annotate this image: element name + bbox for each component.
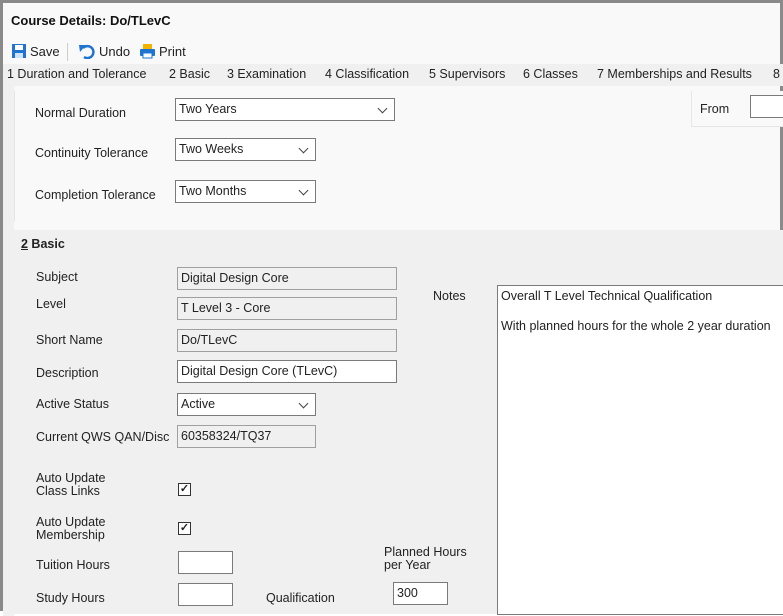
planned-hours-label: Planned Hours per Year xyxy=(384,546,467,572)
tab-8[interactable]: 8 xyxy=(773,67,780,81)
basic-heading: 2 Basic xyxy=(21,237,65,251)
short-name-label: Short Name xyxy=(36,333,103,347)
tab-basic[interactable]: 2 Basic xyxy=(169,67,210,81)
tab-classification[interactable]: 4 Classification xyxy=(325,67,409,81)
from-panel: From xyxy=(691,91,783,127)
section-tabs: 1 Duration and Tolerance 2 Basic 3 Exami… xyxy=(3,64,783,86)
tuition-hours-input[interactable] xyxy=(178,551,233,574)
basic-panel: 2 Basic Subject Digital Design Core Leve… xyxy=(14,230,783,615)
qualification-label: Qualification xyxy=(266,591,335,605)
auto-update-membership-label: Auto Update Membership xyxy=(36,516,106,542)
save-button[interactable]: Save xyxy=(11,43,60,59)
level-field: T Level 3 - Core xyxy=(177,297,397,320)
planned-hours-input[interactable]: 300 xyxy=(393,582,448,605)
completion-tolerance-label: Completion Tolerance xyxy=(35,188,156,202)
course-details-window: Course Details: Do/TLevC Save Undo Print… xyxy=(0,0,783,616)
qws-field: 60358324/TQ37 xyxy=(177,425,316,448)
study-hours-label: Study Hours xyxy=(36,591,105,605)
study-hours-input[interactable] xyxy=(178,583,233,606)
active-status-label: Active Status xyxy=(36,397,109,411)
tuition-hours-label: Tuition Hours xyxy=(36,558,110,572)
subject-field: Digital Design Core xyxy=(177,267,397,290)
completion-tolerance-select[interactable]: Two Months xyxy=(175,180,316,203)
left-margin xyxy=(3,86,14,616)
save-icon xyxy=(12,44,26,58)
auto-update-class-links-checkbox[interactable]: ✓ xyxy=(178,483,191,496)
notes-textarea[interactable]: Overall T Level Technical Qualification … xyxy=(497,285,783,615)
planned-label-line2: per Year xyxy=(384,558,431,572)
tab-examination[interactable]: 3 Examination xyxy=(227,67,306,81)
window-title: Course Details: Do/TLevC xyxy=(11,13,171,28)
basic-heading-text: Basic xyxy=(27,237,65,251)
continuity-tolerance-label: Continuity Tolerance xyxy=(35,146,149,160)
print-icon xyxy=(140,44,155,59)
level-label: Level xyxy=(36,297,66,311)
qws-label: Current QWS QAN/Disc xyxy=(36,430,170,444)
basic-heading-number: 2 xyxy=(21,237,28,251)
undo-icon xyxy=(79,44,95,59)
tab-classes[interactable]: 6 Classes xyxy=(523,67,578,81)
short-name-field: Do/TLevC xyxy=(177,329,397,352)
from-input[interactable] xyxy=(750,95,783,118)
tab-supervisors[interactable]: 5 Supervisors xyxy=(429,67,505,81)
tab-memberships[interactable]: 7 Memberships and Results xyxy=(597,67,752,81)
active-status-select[interactable]: Active xyxy=(177,393,316,416)
subject-label: Subject xyxy=(36,270,78,284)
from-label: From xyxy=(700,102,730,116)
undo-button[interactable]: Undo xyxy=(78,43,130,59)
normal-duration-select[interactable]: Two Years xyxy=(175,98,395,121)
normal-duration-label: Normal Duration xyxy=(35,106,127,120)
tab-duration[interactable]: 1 Duration and Tolerance xyxy=(7,67,146,81)
print-label: Print xyxy=(159,43,186,59)
notes-label: Notes xyxy=(433,289,466,303)
undo-label: Undo xyxy=(99,43,131,59)
duration-panel: Normal Duration Two Years Continuity Tol… xyxy=(14,91,690,221)
description-label: Description xyxy=(36,366,99,380)
notes-line-2: With planned hours for the whole 2 year … xyxy=(501,319,771,333)
save-label: Save xyxy=(30,43,60,59)
auto-update-class-links-label: Auto Update Class Links xyxy=(36,472,106,498)
print-button[interactable]: Print xyxy=(139,43,186,59)
auto-class-label-line2: Class Links xyxy=(36,484,100,498)
auto-update-membership-checkbox[interactable]: ✓ xyxy=(178,522,191,535)
notes-line-1: Overall T Level Technical Qualification xyxy=(501,289,713,303)
description-input[interactable]: Digital Design Core (TLevC) xyxy=(177,360,397,383)
toolbar-divider xyxy=(67,43,68,61)
continuity-tolerance-select[interactable]: Two Weeks xyxy=(175,138,316,161)
auto-member-label-line2: Membership xyxy=(36,528,105,542)
